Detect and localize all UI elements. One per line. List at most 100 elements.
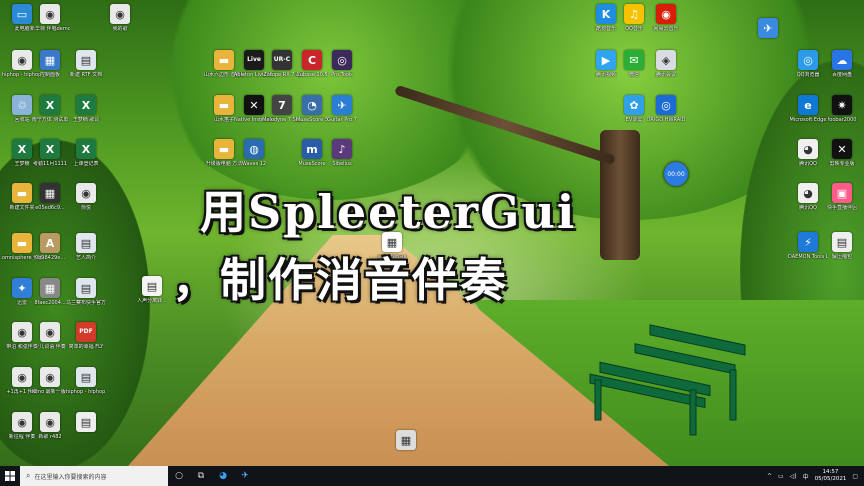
desktop-icon-label: 快手直播伴侣 (826, 205, 857, 211)
desktop-icon[interactable]: X 王梦楠 歌词 (66, 95, 106, 123)
app-icon: ✉ (624, 50, 644, 70)
app-icon: Live (244, 50, 264, 70)
app-icon: ▬ (214, 50, 234, 70)
app-icon: ◉ (76, 183, 96, 203)
desktop-icon[interactable]: ◈ 腾讯会议 (646, 50, 686, 78)
recording-timer-badge[interactable]: 00:00 (664, 162, 688, 186)
windows-icon (5, 471, 15, 481)
desktop-icon[interactable]: ▦ e05ed6c9... (30, 183, 70, 211)
app-icon: ▦ (396, 430, 416, 450)
app-icon: ▤ (76, 50, 96, 70)
clock-time: 14:57 (822, 469, 839, 475)
park-bench (589, 324, 746, 436)
app-icon: ◔ (302, 95, 322, 115)
desktop-icon[interactable]: ◉ 新歌 r482 (30, 412, 70, 440)
desktop-icon[interactable]: ▦ 8faec2004... (30, 278, 70, 306)
task-view-icon: ⧉ (197, 471, 205, 481)
app-icon: ◉ (40, 322, 60, 342)
app-icon: ◉ (12, 412, 32, 432)
desktop-icon[interactable]: ◉ 少儿词语 伴奏 (30, 322, 70, 350)
desktop-icon-label: 新建 RTF 文档 (69, 72, 103, 78)
desktop-icon[interactable]: ♪ Sibelius (322, 139, 362, 167)
desktop-icon[interactable]: ◎ ORIGO HWRAID (646, 95, 686, 123)
desktop-icon[interactable]: ▤ 艺人简介 (66, 233, 106, 261)
desktop-icon-label: Sibelius (332, 161, 352, 167)
desktop-icon[interactable]: ▤ 人声分离转... (132, 276, 172, 304)
desktop-icon-label: Waves 12 (241, 161, 267, 167)
app-icon: X (40, 95, 60, 115)
notification-icon[interactable]: ▢ (852, 473, 858, 480)
desktop-icon-label: demo 最新一版... (30, 389, 70, 395)
app-icon: ▦ (40, 50, 60, 70)
desktop-icon-label: 艺人简介 (75, 255, 96, 261)
desktop-icon-label: 网易云音乐 (653, 26, 679, 32)
task-view-icon[interactable]: ⧉ (190, 466, 212, 486)
app-icon: ◉ (656, 4, 676, 24)
app-icon: ☁ (832, 50, 852, 70)
desktop-icon[interactable]: A 0b98429e... (30, 233, 70, 261)
taskbar: ⌕ 在这里输入你要搜索的内容 ○ ⧉ ◕ ✈ ^ ▭ ◁) 中 14:57 05… (0, 466, 864, 486)
desktop-icon[interactable]: ◉ demo 最新一版... (30, 367, 70, 395)
app-icon: ◉ (40, 367, 60, 387)
app-icon: ◕ (798, 183, 818, 203)
desktop-icon[interactable]: ▦ (386, 430, 426, 452)
desktop-icon[interactable]: ✈ Guitar Pro 7 (322, 95, 362, 123)
desktop-icon[interactable]: X 上课登记表 (66, 139, 106, 167)
taskbar-search[interactable]: ⌕ 在这里输入你要搜索的内容 (20, 466, 168, 486)
app-icon: ✈ (758, 18, 778, 38)
taskbar-edge[interactable]: ◕ (212, 466, 234, 486)
desktop-icon[interactable]: ◉ 网易云音乐 (646, 4, 686, 32)
video-title-line-2: ，制作消音伴奏 (172, 253, 508, 307)
desktop-icon[interactable]: ▣ 快手直播伴侣 (822, 183, 862, 211)
desktop-icon-label: 腾讯会议 (655, 72, 676, 78)
desktop-icon[interactable]: ☁ 百度网盘 (822, 50, 862, 78)
desktop-icon[interactable]: ✈ (748, 18, 788, 40)
tray-up-arrow-icon[interactable]: ^ (767, 473, 772, 480)
desktop-icon[interactable]: ◎ Pro Tools (322, 50, 362, 78)
taskbar-thunder[interactable]: ✈ (234, 466, 256, 486)
app-icon: ♫ (624, 4, 644, 24)
app-icon: PDF (76, 322, 96, 342)
search-input[interactable]: 在这里输入你要搜索的内容 (34, 472, 106, 481)
desktop-icon[interactable]: X 南宁方体 测试单 (30, 95, 70, 123)
timer-text: 00:00 (667, 170, 685, 178)
app-icon: ▤ (76, 278, 96, 298)
desktop-icon[interactable]: ✷ foobar2000 (822, 95, 862, 123)
desktop-icon[interactable]: ◉ 我的歌 (100, 4, 140, 32)
desktop-icon[interactable]: ▤ 解压缩包 (822, 232, 862, 260)
volume-icon[interactable]: ◁) (790, 473, 797, 480)
desktop-icon-label: ORIGO HWRAID (646, 117, 686, 123)
app-icon: ▬ (214, 139, 234, 159)
app-icon: ▦ (40, 278, 60, 298)
desktop-icon-label: 0b98429e... (34, 255, 66, 261)
desktop-icon[interactable]: ▤ 新建 RTF 文档 (66, 50, 106, 78)
app-icon: ⚡ (798, 232, 818, 252)
app-icon: ▶ (596, 50, 616, 70)
task-view-button[interactable]: ○ (168, 466, 190, 486)
app-icon: ♪ (332, 139, 352, 159)
app-icon: ✿ (624, 95, 644, 115)
app-icon: ▭ (12, 4, 32, 24)
desktop-icon[interactable]: ▤ hiphop - hiphop - 完整... (66, 367, 106, 395)
desktop-icon[interactable]: ◉ 俞悦 (66, 183, 106, 211)
desktop-icon[interactable]: ◉ 新华荷 伴唱demo (30, 4, 70, 32)
desktop-icon[interactable]: PDF 简单的幸福 FLY (66, 322, 106, 350)
desktop-icon[interactable]: X 考勤11月1111 (30, 139, 70, 167)
desktop-icon-label: hiphop - hiphop - 完整... (66, 389, 106, 395)
desktop-icon[interactable]: ▦ 控制面板 (30, 50, 70, 78)
clock[interactable]: 14:57 05/05/2021 (815, 469, 847, 483)
desktop-icon[interactable]: ▤ 乌兰察布快手官方培训 (... (66, 278, 106, 306)
app-icon: ◉ (12, 322, 32, 342)
desktop-icon-label: 我的歌 (112, 26, 128, 32)
app-icon: ▬ (214, 95, 234, 115)
desktop-icon[interactable]: ✕ 剪映专业版 (822, 139, 862, 167)
app-icon: ◉ (110, 4, 130, 24)
app-icon: m (302, 139, 322, 159)
desktop-icon-label: Guitar Pro 7 (327, 117, 357, 123)
network-icon[interactable]: ▭ (778, 473, 784, 480)
desktop-icon[interactable]: ◍ Waves 12 (234, 139, 274, 167)
app-icon: ✕ (832, 139, 852, 159)
desktop-icon[interactable]: ▤ (66, 412, 106, 434)
start-button[interactable] (0, 466, 20, 486)
ime-indicator[interactable]: 中 (803, 472, 809, 481)
